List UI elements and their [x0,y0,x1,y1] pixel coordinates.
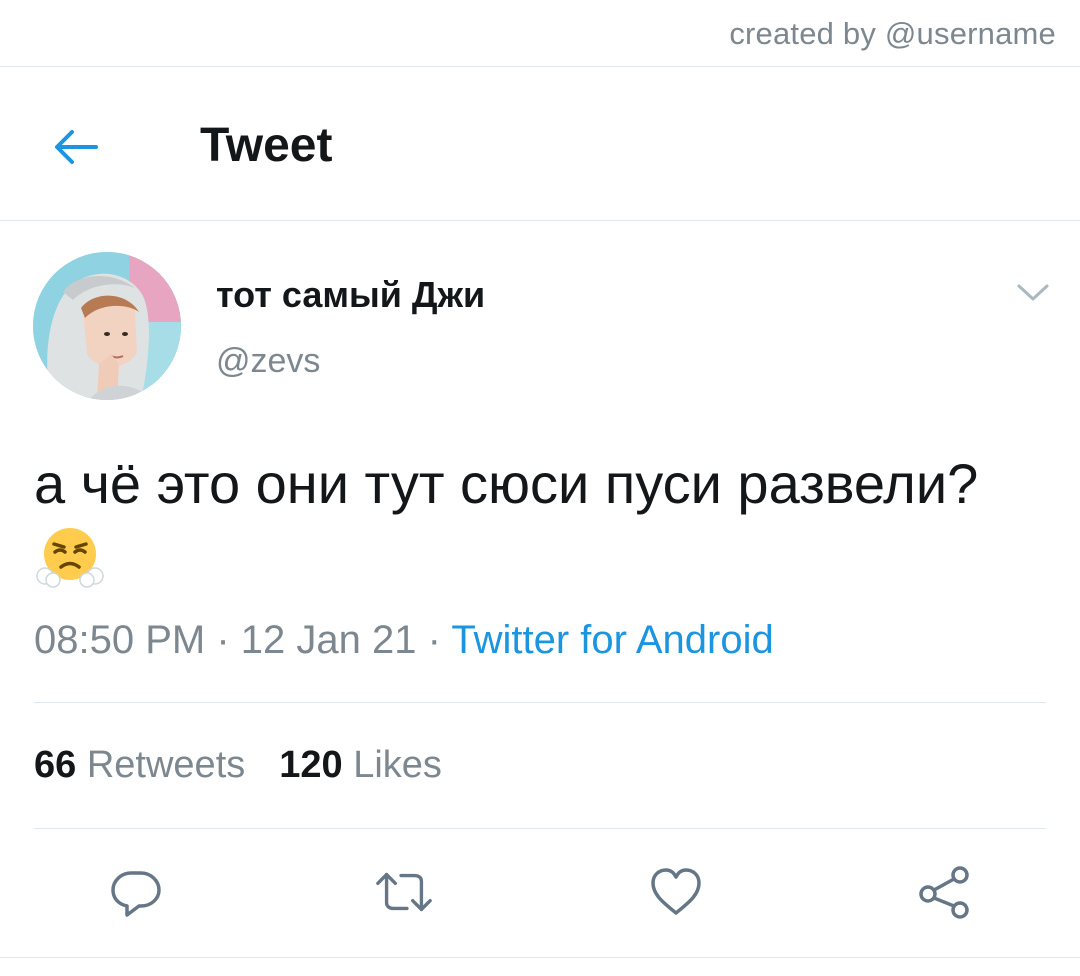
reply-icon [111,871,161,917]
back-button[interactable] [50,124,102,170]
likes-count: 120 [279,744,343,786]
author-handle[interactable]: @zevs [216,342,320,381]
likes-stat[interactable]: 120 Likes [279,744,442,786]
reply-button[interactable] [106,862,166,922]
stats-divider [34,702,1046,703]
heart-icon [651,868,701,915]
steam-face-emoji-icon [36,528,104,588]
bottom-divider [0,957,1080,958]
avatar[interactable] [33,252,181,400]
retweet-button[interactable] [374,862,434,922]
likes-label: Likes [353,744,442,786]
retweets-label: Retweets [86,744,246,786]
retweets-count: 66 [34,744,77,786]
avatar-image [33,252,181,400]
back-arrow-icon [55,130,98,164]
top-divider [0,66,1080,67]
tweet-stats: 66 Retweets 120 Likes [34,744,442,787]
meta-separator: · [216,618,230,662]
actions-divider [34,828,1046,829]
tweet-text: а чё это они тут сюси пуси развели? [34,452,979,515]
tweet-meta: 08:50 PM · 12 Jan 21 · Twitter for Andro… [34,618,774,663]
retweets-stat[interactable]: 66 Retweets [34,744,245,786]
tweet-date: 12 Jan 21 [240,618,417,662]
retweet-icon [376,872,432,912]
page-title: Tweet [200,119,333,172]
header-divider [0,220,1080,221]
chevron-down-icon [1017,284,1049,301]
tweet-time: 08:50 PM [34,618,206,662]
author-display-name[interactable]: тот самый Джи [216,274,485,316]
share-button[interactable] [914,862,974,922]
like-button[interactable] [646,862,706,922]
credit-watermark: created by @username [729,16,1056,51]
tweet-options-button[interactable] [1016,282,1050,304]
meta-separator: · [427,618,441,662]
tweet-body: а чё это они тут сюси пуси развели? [34,446,1034,601]
share-icon [919,866,969,919]
tweet-source-link[interactable]: Twitter for Android [451,618,773,662]
